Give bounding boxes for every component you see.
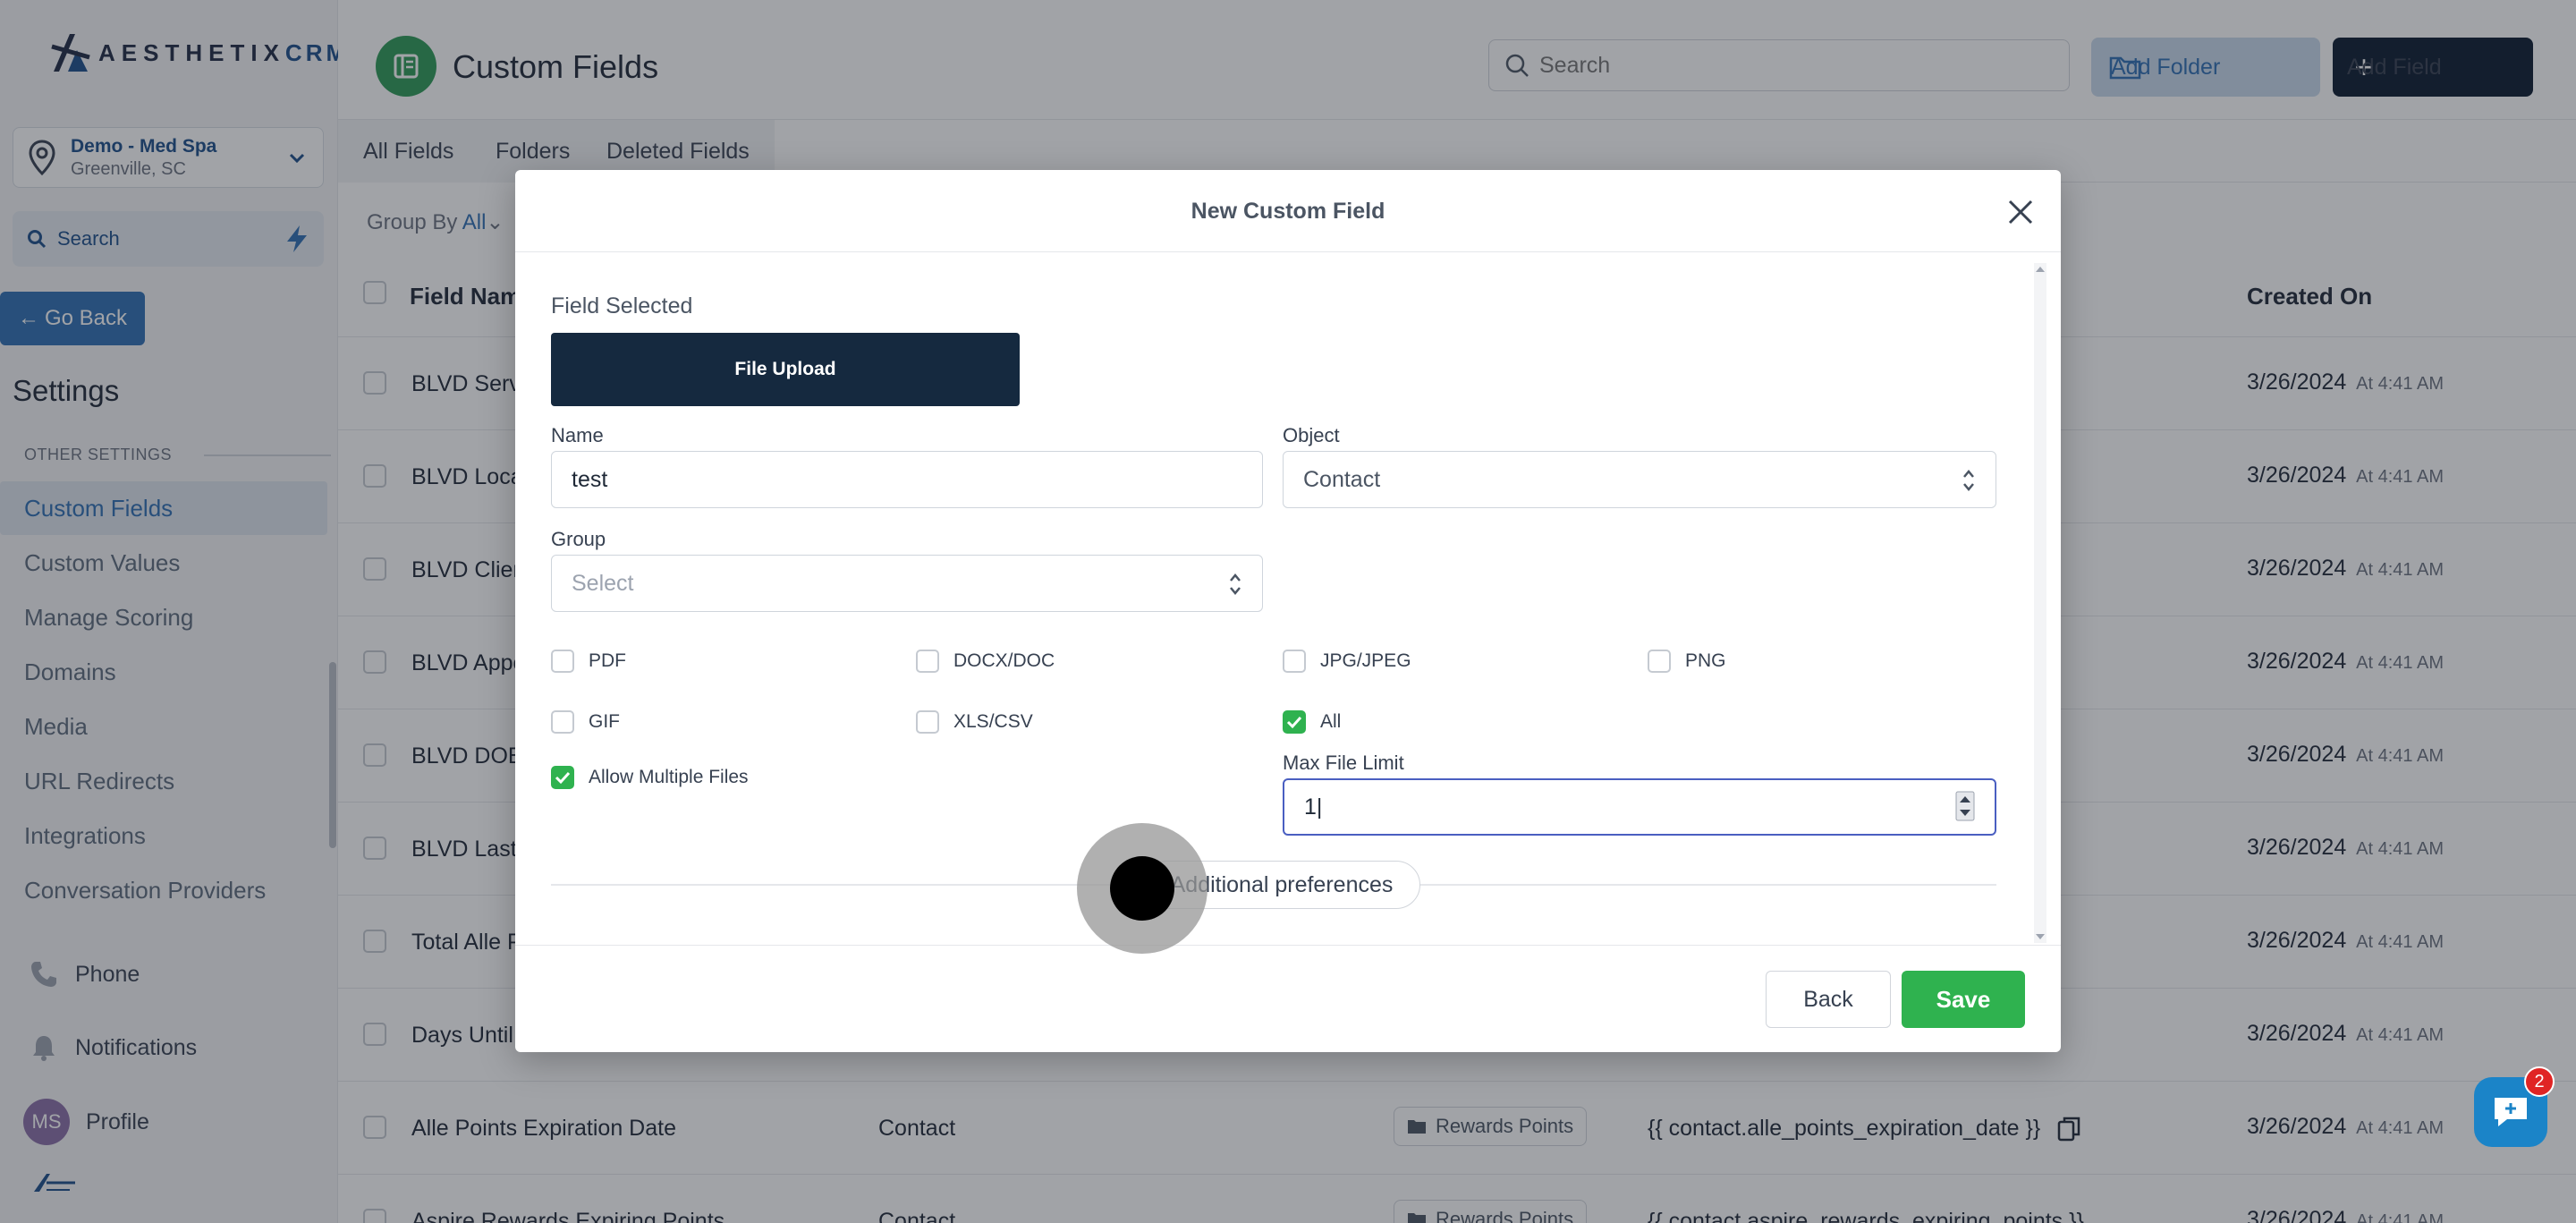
select-arrows-icon xyxy=(1963,470,1974,491)
name-input[interactable]: test xyxy=(551,451,1263,508)
select-arrows-icon xyxy=(1230,573,1241,595)
new-custom-field-modal: New Custom Field Field Selected File Upl… xyxy=(515,170,2061,1052)
filetype-all-checkbox[interactable]: All xyxy=(1283,710,1341,734)
filetype-gif-checkbox[interactable]: GIF xyxy=(551,710,620,734)
file-upload-type-button[interactable]: File Upload xyxy=(551,333,1020,406)
checkmark-icon xyxy=(555,771,571,785)
filetype-docx-checkbox[interactable]: DOCX/DOC xyxy=(916,650,1055,673)
group-select[interactable]: Select xyxy=(551,555,1263,612)
field-selected-label: Field Selected xyxy=(551,293,693,318)
name-label: Name xyxy=(551,424,604,446)
object-label: Object xyxy=(1283,424,1340,446)
modal-title: New Custom Field xyxy=(1191,199,1385,224)
filetype-jpg-checkbox[interactable]: JPG/JPEG xyxy=(1283,650,1411,673)
scroll-up-icon[interactable] xyxy=(2034,263,2046,276)
group-label: Group xyxy=(551,528,606,550)
scroll-down-icon[interactable] xyxy=(2034,930,2046,943)
chat-unread-badge: 2 xyxy=(2524,1066,2555,1097)
save-button[interactable]: Save xyxy=(1902,971,2025,1028)
close-icon[interactable] xyxy=(2005,197,2036,227)
filetype-pdf-checkbox[interactable]: PDF xyxy=(551,650,626,673)
back-button[interactable]: Back xyxy=(1766,971,1891,1028)
chat-icon xyxy=(2495,1098,2527,1126)
modal-footer: Back Save xyxy=(515,945,2061,1052)
modal-scrollbar[interactable] xyxy=(2034,263,2046,943)
click-indicator xyxy=(1077,823,1208,954)
filetype-xls-checkbox[interactable]: XLS/CSV xyxy=(916,710,1033,734)
object-select[interactable]: Contact xyxy=(1283,451,1996,508)
checkmark-icon xyxy=(1286,716,1302,729)
filetype-png-checkbox[interactable]: PNG xyxy=(1648,650,1726,673)
number-stepper-icon[interactable] xyxy=(1955,791,1975,821)
modal-header: New Custom Field xyxy=(515,170,2061,252)
max-file-limit-label: Max File Limit xyxy=(1283,752,1404,774)
max-file-limit-input[interactable]: 1 | xyxy=(1283,778,1996,836)
allow-multiple-files-checkbox[interactable]: Allow Multiple Files xyxy=(551,766,749,789)
modal-body: Field Selected File Upload Name test Obj… xyxy=(551,252,2000,936)
